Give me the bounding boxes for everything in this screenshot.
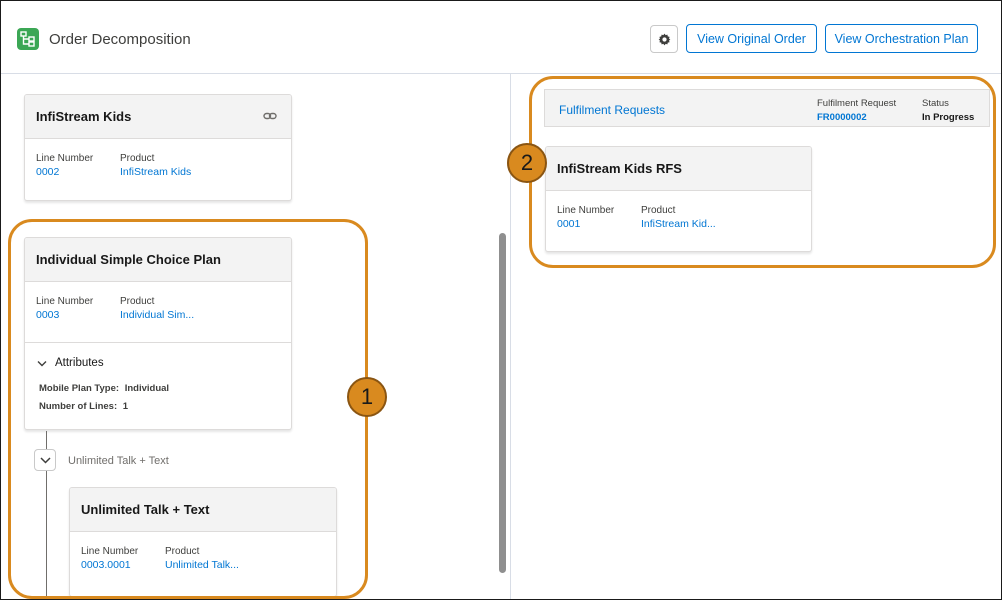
card-title: Unlimited Talk + Text <box>70 488 336 532</box>
fulfilment-pane: Fulfilment Requests Fulfilment Request F… <box>512 74 1001 599</box>
line-number-field: Line Number 0001 <box>557 205 614 230</box>
card-title: InfiStream Kids <box>25 95 291 139</box>
attribute-value: Individual <box>124 383 170 394</box>
line-number-field: Line Number 0003 <box>36 296 93 321</box>
product-label: Product <box>120 153 155 164</box>
line-number-label: Line Number <box>81 546 139 557</box>
order-item-card[interactable]: InfiStream Kids Line Number 0002 Product… <box>24 94 292 201</box>
fulfilment-requests-header: Fulfilment Requests Fulfilment Request F… <box>544 89 990 127</box>
card-title-text: InfiStream Kids <box>36 109 132 124</box>
attribute-value: 1 <box>122 401 129 412</box>
page-header: Order Decomposition View Original Order … <box>1 1 1001 74</box>
card-title-text: Individual Simple Choice Plan <box>36 252 221 267</box>
view-original-order-button[interactable]: View Original Order <box>686 24 817 53</box>
attributes-label: Attributes <box>55 357 104 369</box>
product-label: Product <box>165 546 200 557</box>
annotation-badge-1: 1 <box>347 377 387 417</box>
hierarchy-icon <box>17 28 39 50</box>
line-number-link[interactable]: 0003 <box>36 309 93 321</box>
fulfilment-request-link[interactable]: FR0000002 <box>817 112 867 123</box>
card-title: Individual Simple Choice Plan <box>25 238 291 282</box>
product-link[interactable]: InfiStream Kids <box>120 166 191 178</box>
product-field: Product InfiStream Kids <box>120 153 191 178</box>
app-frame: Order Decomposition View Original Order … <box>0 0 1002 600</box>
attributes-section: Attributes Mobile Plan Type: Individual … <box>25 342 291 429</box>
status-field: Status In Progress <box>922 98 974 123</box>
card-title-text: InfiStream Kids RFS <box>557 161 682 176</box>
fulfilment-item-card[interactable]: InfiStream Kids RFS Line Number 0001 Pro… <box>545 146 812 252</box>
fulfilment-request-label: Fulfilment Request <box>817 98 897 109</box>
status-value: In Progress <box>922 112 975 123</box>
status-label: Status <box>922 98 949 109</box>
fulfilment-request-field: Fulfilment Request FR0000002 <box>817 98 896 123</box>
attribute-row: Mobile Plan Type: Individual <box>39 383 169 394</box>
tree-group-label: Unlimited Talk + Text <box>68 455 169 467</box>
view-orchestration-plan-button[interactable]: View Orchestration Plan <box>825 24 978 53</box>
attribute-label: Mobile Plan Type: <box>39 383 120 394</box>
card-title-text: Unlimited Talk + Text <box>81 502 210 517</box>
attribute-label: Number of Lines: <box>39 401 118 412</box>
settings-button[interactable] <box>650 25 678 53</box>
order-item-card[interactable]: Individual Simple Choice Plan Line Numbe… <box>24 237 292 430</box>
order-items-pane: InfiStream Kids Line Number 0002 Product… <box>1 74 511 599</box>
line-number-label: Line Number <box>36 153 94 164</box>
line-number-link[interactable]: 0002 <box>36 166 93 178</box>
line-number-link[interactable]: 0003.0001 <box>81 559 138 571</box>
chevron-down-icon <box>39 456 51 464</box>
attributes-toggle[interactable]: Attributes <box>37 357 104 369</box>
product-field: Product Individual Sim... <box>120 296 194 321</box>
product-link[interactable]: Individual Sim... <box>120 309 194 321</box>
line-number-field: Line Number 0003.0001 <box>81 546 138 571</box>
order-item-card[interactable]: Unlimited Talk + Text Line Number 0003.0… <box>69 487 337 597</box>
card-body: Line Number 0002 Product InfiStream Kids <box>25 139 291 178</box>
line-number-label: Line Number <box>557 205 615 216</box>
fulfilment-requests-title[interactable]: Fulfilment Requests <box>559 103 665 117</box>
line-number-label: Line Number <box>36 296 94 307</box>
annotation-badge-2: 2 <box>507 143 547 183</box>
gear-icon <box>658 33 670 45</box>
page-title: Order Decomposition <box>49 31 191 48</box>
card-body: Line Number 0001 Product InfiStream Kid.… <box>546 191 811 230</box>
attribute-row: Number of Lines: 1 <box>39 401 128 412</box>
vertical-scrollbar[interactable] <box>499 233 506 573</box>
tree-expand-toggle[interactable] <box>34 449 56 471</box>
chevron-down-icon <box>37 360 47 366</box>
product-link[interactable]: InfiStream Kid... <box>641 218 716 230</box>
product-link[interactable]: Unlimited Talk... <box>165 559 239 571</box>
card-body: Line Number 0003.0001 Product Unlimited … <box>70 532 336 571</box>
card-title: InfiStream Kids RFS <box>546 147 811 191</box>
product-field: Product InfiStream Kid... <box>641 205 716 230</box>
product-label: Product <box>120 296 155 307</box>
link-icon[interactable] <box>263 111 277 121</box>
line-number-link[interactable]: 0001 <box>557 218 614 230</box>
product-label: Product <box>641 205 676 216</box>
product-field: Product Unlimited Talk... <box>165 546 239 571</box>
line-number-field: Line Number 0002 <box>36 153 93 178</box>
card-body: Line Number 0003 Product Individual Sim.… <box>25 282 291 344</box>
